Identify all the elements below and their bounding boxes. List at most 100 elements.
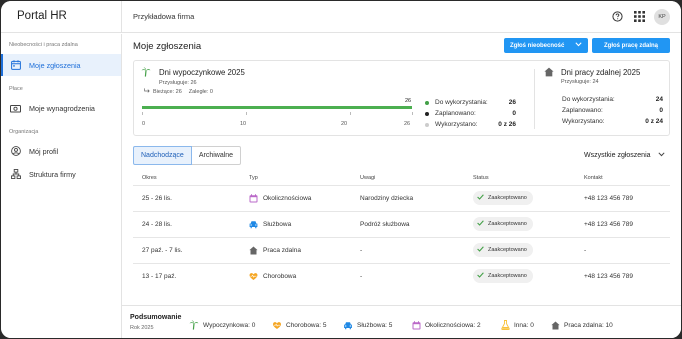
balance-card: Dni wypoczynkowe 2025 Przysługuje: 26 Bi… xyxy=(133,60,670,136)
check-icon xyxy=(477,194,484,202)
tab-nadchodzace[interactable]: Nadchodzące xyxy=(133,146,192,165)
table-row[interactable]: 13 - 17 paź. Chorobowa - Zaakceptowano +… xyxy=(133,263,670,289)
report-absence-label: Zgłoś nieobecność xyxy=(510,42,565,49)
legend-used: Wykorzystano: 0 z 26 xyxy=(425,120,516,130)
summary-item-label: Praca zdalna: 10 xyxy=(564,321,613,329)
vacation-current-value: 26 xyxy=(175,88,182,95)
sidebar-section-label: Organizacja xyxy=(9,129,39,135)
help-icon[interactable] xyxy=(611,10,624,23)
scale-tick xyxy=(142,112,143,115)
column-header[interactable]: Okres xyxy=(142,175,157,181)
planned-dot xyxy=(425,112,429,116)
scale-tick xyxy=(349,112,351,115)
status-badge: Zaakceptowano xyxy=(473,191,533,205)
planned-value: 0 xyxy=(512,110,516,117)
remote-to-use-label: Do wykorzystania: xyxy=(562,96,615,103)
company-name[interactable]: Przykładowa firma xyxy=(133,12,194,21)
remote-entitled: Przysługuje: 24 xyxy=(561,79,599,85)
scale-tick-label: 0 xyxy=(142,121,146,127)
sidebar-item-struktura-firmy[interactable]: Struktura firmy xyxy=(1,163,121,185)
vacation-title: Dni wypoczynkowe 2025 xyxy=(159,68,245,77)
contact-cell: - xyxy=(584,247,587,254)
requests-filter-dropdown[interactable]: Wszystkie zgłoszenia xyxy=(584,152,665,159)
legend-planned: Zaplanowano: 0 xyxy=(425,109,516,119)
type-cell: Okolicznościowa xyxy=(249,194,311,203)
summary-item-label: Służbowa: 5 xyxy=(357,321,393,329)
vacation-progress-fill xyxy=(142,106,412,109)
remote-used-label: Wykorzystano: xyxy=(562,118,605,125)
calendar-icon xyxy=(10,60,21,71)
remote-used-row: Wykorzystano: 0 z 24 xyxy=(562,117,663,127)
sidebar-item-moj-profil[interactable]: Mój profil xyxy=(1,140,121,162)
contact-cell: +48 123 456 789 xyxy=(584,195,633,202)
remote-entitled-value: 24 xyxy=(592,79,599,85)
report-remote-work-button[interactable]: Zgłoś pracę zdalną xyxy=(592,38,670,53)
sidebar-item-moje-wynagrodzenia[interactable]: Moje wynagrodzenia xyxy=(1,97,121,119)
contact-cell: +48 123 456 789 xyxy=(584,221,633,228)
summary-item: Praca zdalna: 10 xyxy=(550,320,613,330)
period-cell: 27 paź. - 7 lis. xyxy=(142,247,183,254)
vacation-overdue-value: 0 xyxy=(209,88,213,95)
chevron-down-icon xyxy=(657,152,665,159)
vacation-entitled: Przysługuje: 26 xyxy=(159,80,197,86)
status-badge: Zaakceptowano xyxy=(473,269,533,283)
type-label: Praca zdalna xyxy=(263,247,301,254)
calendar-event-icon xyxy=(249,194,258,203)
summary-item: Okolicznościowa: 2 xyxy=(411,320,481,330)
table-row[interactable]: 24 - 28 lis. Służbowa Podróż służbowa Za… xyxy=(133,211,670,237)
type-label: Okolicznościowa xyxy=(263,195,312,202)
column-header[interactable]: Kontakt xyxy=(584,175,603,181)
scale-tick xyxy=(412,112,413,115)
check-icon xyxy=(477,272,484,280)
vacation-entitled-label: Przysługuje: xyxy=(159,80,189,86)
filter-label: Wszystkie zgłoszenia xyxy=(584,152,651,159)
divider xyxy=(121,1,122,33)
sidebar-item-moje-zgloszenia[interactable]: Moje zgłoszenia xyxy=(1,54,121,76)
column-header[interactable]: Typ xyxy=(249,175,258,181)
summary-item: Chorobowa: 5 xyxy=(272,320,326,330)
sidebar-section-label: Nieobecności i praca zdalna xyxy=(9,42,78,48)
remote-to-use-value: 24 xyxy=(655,96,663,103)
type-cell: Praca zdalna xyxy=(249,246,301,255)
summary-item: Służbowa: 5 xyxy=(343,320,392,330)
heart-icon xyxy=(249,272,258,281)
type-cell: Chorobowa xyxy=(249,272,296,281)
planned-label: Zaplanowano: xyxy=(435,110,476,117)
legend-to-use: Do wykorzystania: 26 xyxy=(425,98,516,108)
summary-item-label: Okolicznościowa: 2 xyxy=(425,321,481,329)
vacation-entitled-value: 26 xyxy=(190,80,197,86)
sidebar-section-label: Płace xyxy=(9,86,23,92)
tab-archiwalne[interactable]: Archiwalne xyxy=(191,146,242,165)
sidebar: Nieobecności i praca zdalna Moje zgłosze… xyxy=(1,34,122,338)
used-label: Wykorzystano: xyxy=(435,121,478,128)
column-header[interactable]: Status xyxy=(473,175,489,181)
remote-planned-label: Zaplanowano: xyxy=(562,107,603,114)
app-title: Portal HR xyxy=(17,10,67,22)
home-icon xyxy=(544,67,554,79)
column-header[interactable]: Uwagi xyxy=(360,175,375,181)
palm-tree-icon xyxy=(141,67,151,79)
period-cell: 13 - 17 paź. xyxy=(142,273,177,280)
car-icon xyxy=(343,320,353,330)
home-icon xyxy=(249,246,258,255)
period-cell: 25 - 26 lis. xyxy=(142,195,172,202)
person-icon xyxy=(10,146,21,157)
report-remote-label: Zgłoś pracę zdalną xyxy=(603,42,658,49)
return-arrow-icon xyxy=(144,88,150,95)
period-cell: 24 - 28 lis. xyxy=(142,221,172,228)
avatar[interactable]: KP xyxy=(654,9,670,25)
summary-item: Wypoczynkowa: 0 xyxy=(189,320,255,330)
summary-item-label: Chorobowa: 5 xyxy=(286,321,327,329)
used-value: 0 z 26 xyxy=(498,121,516,128)
summary-bar: Podsumowanie Rok 2025 Wypoczynkowa: 0 Ch… xyxy=(122,305,681,338)
table-row[interactable]: 25 - 26 lis. Okolicznościowa Narodziny d… xyxy=(133,185,670,211)
page-title: Moje zgłoszenia xyxy=(133,41,202,52)
table-row[interactable]: 27 paź. - 7 lis. Praca zdalna - Zaakcept… xyxy=(133,237,670,263)
remote-to-use-row: Do wykorzystania: 24 xyxy=(562,95,663,105)
card-divider xyxy=(534,69,535,129)
report-absence-button[interactable]: Zgłoś nieobecność xyxy=(504,38,588,53)
apps-grid-icon[interactable] xyxy=(633,10,646,23)
vacation-overdue-label: Zaległe: xyxy=(188,88,209,95)
sidebar-item-label: Struktura firmy xyxy=(29,169,76,179)
notes-cell: Podróż służbowa xyxy=(360,221,410,228)
